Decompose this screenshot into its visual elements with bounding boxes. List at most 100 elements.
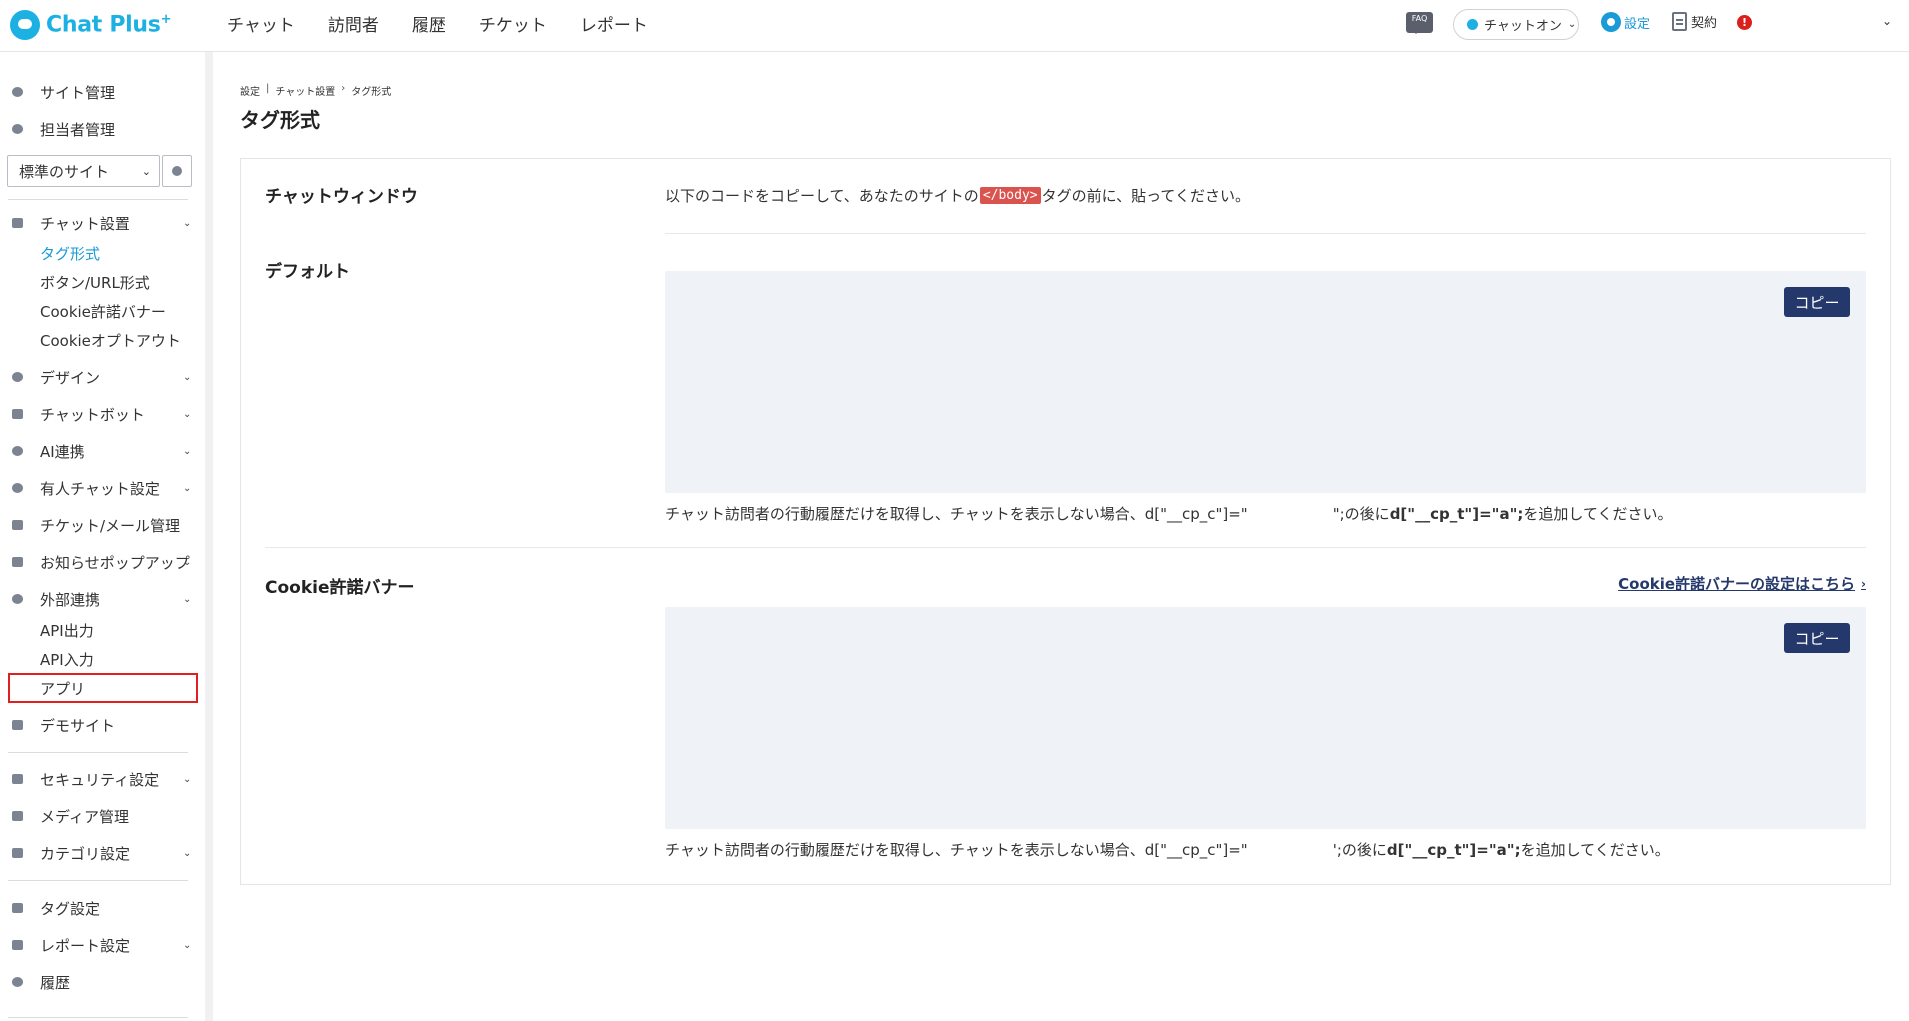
- chevron-down-icon: ⌄: [183, 482, 192, 494]
- chat-window-description: 以下のコードをコピーして、あなたのサイトの </body> タグの前に、貼ってく…: [665, 187, 1250, 205]
- report-icon: [12, 940, 23, 950]
- nav-reports[interactable]: レポート: [580, 11, 648, 36]
- sidebar-item-chat-settings[interactable]: チャット設置 ⌄: [0, 209, 200, 237]
- section-divider: [665, 233, 1866, 234]
- sidebar-item-chatbot[interactable]: チャットボット ⌄: [0, 400, 200, 428]
- body-tag-chip: </body>: [979, 187, 1041, 204]
- highlight-annotation-box: [8, 673, 198, 703]
- breadcrumb-current: タグ形式: [351, 87, 392, 98]
- logo-text: Chat Plus+: [46, 12, 172, 38]
- settings-link[interactable]: 設定: [1601, 12, 1650, 32]
- tools-icon: [12, 218, 23, 228]
- sidebar-item-demo-site[interactable]: デモサイト: [0, 711, 200, 739]
- sidebar-divider: [8, 1017, 188, 1018]
- chat-bubble-logo-icon: [10, 10, 40, 40]
- sidebar-divider: [8, 752, 188, 753]
- copy-button-default[interactable]: コピー: [1784, 287, 1850, 317]
- top-header: Chat Plus+ チャット 訪問者 履歴 チケット レポート FAQ チャッ…: [0, 0, 1909, 52]
- chatplus-logo[interactable]: Chat Plus+: [10, 9, 171, 41]
- sidebar-subitem-tag-format[interactable]: タグ形式: [40, 241, 100, 265]
- status-dot-icon: [1467, 19, 1478, 30]
- status-label: チャットオン: [1484, 19, 1562, 34]
- chevron-down-icon: ⌄: [183, 556, 192, 568]
- sidebar-item-media[interactable]: メディア管理: [0, 802, 200, 830]
- image-icon: [12, 811, 23, 821]
- faq-icon[interactable]: FAQ: [1406, 12, 1433, 34]
- sidebar-item-staff-management[interactable]: 担当者管理: [0, 115, 200, 143]
- breadcrumb: 設定 | チャット設置 › タグ形式: [240, 83, 392, 98]
- contract-link[interactable]: 契約: [1672, 12, 1717, 31]
- monitor-icon: [12, 720, 23, 730]
- chevron-down-icon: ⌄: [183, 371, 192, 383]
- chevron-down-icon: ⌄: [141, 164, 151, 178]
- chevron-right-icon: ›: [1861, 576, 1866, 591]
- chat-window-title: チャットウィンドウ: [265, 187, 418, 207]
- settings-label: 設定: [1624, 16, 1651, 32]
- site-settings-gear-button[interactable]: [162, 155, 192, 187]
- site-select[interactable]: 標準のサイト ⌄: [7, 155, 160, 187]
- sidebar-item-security[interactable]: セキュリティ設定 ⌄: [0, 765, 200, 793]
- document-icon: [1672, 12, 1687, 31]
- cookie-code-box[interactable]: コピー: [665, 607, 1866, 829]
- cookie-note: チャット訪問者の行動履歴だけを取得し、チャットを表示しない場合、d["__cp_…: [665, 841, 1670, 859]
- tag-icon: [12, 903, 23, 913]
- share-icon: [12, 594, 23, 604]
- chevron-down-icon: ⌄: [183, 593, 192, 605]
- site-gear-icon: [12, 87, 23, 97]
- sidebar-subitem-button-url[interactable]: ボタン/URL形式: [40, 270, 150, 294]
- shield-icon: [12, 774, 23, 784]
- top-navigation: チャット 訪問者 履歴 チケット レポート: [227, 0, 681, 46]
- nav-history[interactable]: 履歴: [412, 11, 446, 36]
- sidebar-item-ticket-mail[interactable]: チケット/メール管理: [0, 511, 200, 539]
- popup-icon: [12, 557, 23, 567]
- palette-icon: [12, 372, 23, 382]
- sidebar-item-ai[interactable]: AI連携 ⌄: [0, 437, 200, 465]
- sidebar-subitem-cookie-optout[interactable]: Cookieオプトアウト: [40, 328, 181, 352]
- chevron-down-icon: ⌄: [1567, 19, 1577, 30]
- chevron-down-icon: ⌄: [183, 408, 192, 420]
- sidebar-subitem-api-input[interactable]: API入力: [40, 647, 94, 671]
- sidebar-item-category[interactable]: カテゴリ設定 ⌄: [0, 839, 200, 867]
- users-icon: [12, 124, 23, 134]
- chat-status-dropdown[interactable]: チャットオン ⌄: [1453, 9, 1579, 40]
- sidebar-subitem-cookie-banner[interactable]: Cookie許諾バナー: [40, 299, 166, 323]
- chevron-down-icon: ⌄: [183, 217, 192, 229]
- cookie-section-title: Cookie許諾バナー: [265, 578, 415, 598]
- sidebar-subitem-api-output[interactable]: API出力: [40, 618, 94, 642]
- gear-icon: [1601, 12, 1621, 32]
- headset-icon: [12, 483, 23, 493]
- breadcrumb-chat-install[interactable]: チャット設置: [275, 83, 335, 98]
- sidebar: サイト管理 担当者管理 標準のサイト ⌄ チャット設置 ⌄ タグ形式 ボタン/U…: [0, 52, 203, 1021]
- sidebar-item-popup[interactable]: お知らせポップアップ ⌄: [0, 548, 200, 576]
- nav-tickets[interactable]: チケット: [479, 11, 547, 36]
- contract-label: 契約: [1691, 16, 1718, 31]
- sidebar-scrollbar[interactable]: [205, 52, 213, 1021]
- chevron-down-icon: ⌄: [183, 773, 192, 785]
- alert-icon[interactable]: !: [1737, 15, 1752, 30]
- sidebar-item-history[interactable]: 履歴: [0, 968, 200, 996]
- sidebar-item-manned-chat[interactable]: 有人チャット設定 ⌄: [0, 474, 200, 502]
- default-code-box[interactable]: コピー: [665, 271, 1866, 493]
- nav-chat[interactable]: チャット: [227, 11, 295, 36]
- chevron-down-icon: ⌄: [183, 445, 192, 457]
- page-title: タグ形式: [240, 108, 320, 132]
- breadcrumb-settings[interactable]: 設定: [240, 83, 260, 98]
- sidebar-item-report-settings[interactable]: レポート設定 ⌄: [0, 931, 200, 959]
- copy-button-cookie[interactable]: コピー: [1784, 623, 1850, 653]
- sidebar-item-design[interactable]: デザイン ⌄: [0, 363, 200, 391]
- nav-visitors[interactable]: 訪問者: [328, 11, 379, 36]
- sidebar-item-tag-settings[interactable]: タグ設定: [0, 894, 200, 922]
- account-menu-chevron-icon[interactable]: ⌄: [1882, 14, 1892, 28]
- section-divider: [265, 547, 1866, 548]
- ticket-icon: [12, 520, 23, 530]
- folder-icon: [12, 848, 23, 858]
- ai-icon: [12, 446, 23, 456]
- sidebar-item-external[interactable]: 外部連携 ⌄: [0, 585, 200, 613]
- default-note: チャット訪問者の行動履歴だけを取得し、チャットを表示しない場合、d["__cp_…: [665, 505, 1673, 523]
- chevron-down-icon: ⌄: [183, 939, 192, 951]
- tag-format-card: チャットウィンドウ 以下のコードをコピーして、あなたのサイトの </body> …: [240, 158, 1891, 885]
- sidebar-divider: [8, 199, 188, 200]
- sidebar-item-site-management[interactable]: サイト管理: [0, 78, 200, 106]
- history-icon: [12, 977, 23, 987]
- cookie-banner-settings-link[interactable]: Cookie許諾バナーの設定はこちら ›: [1618, 573, 1866, 594]
